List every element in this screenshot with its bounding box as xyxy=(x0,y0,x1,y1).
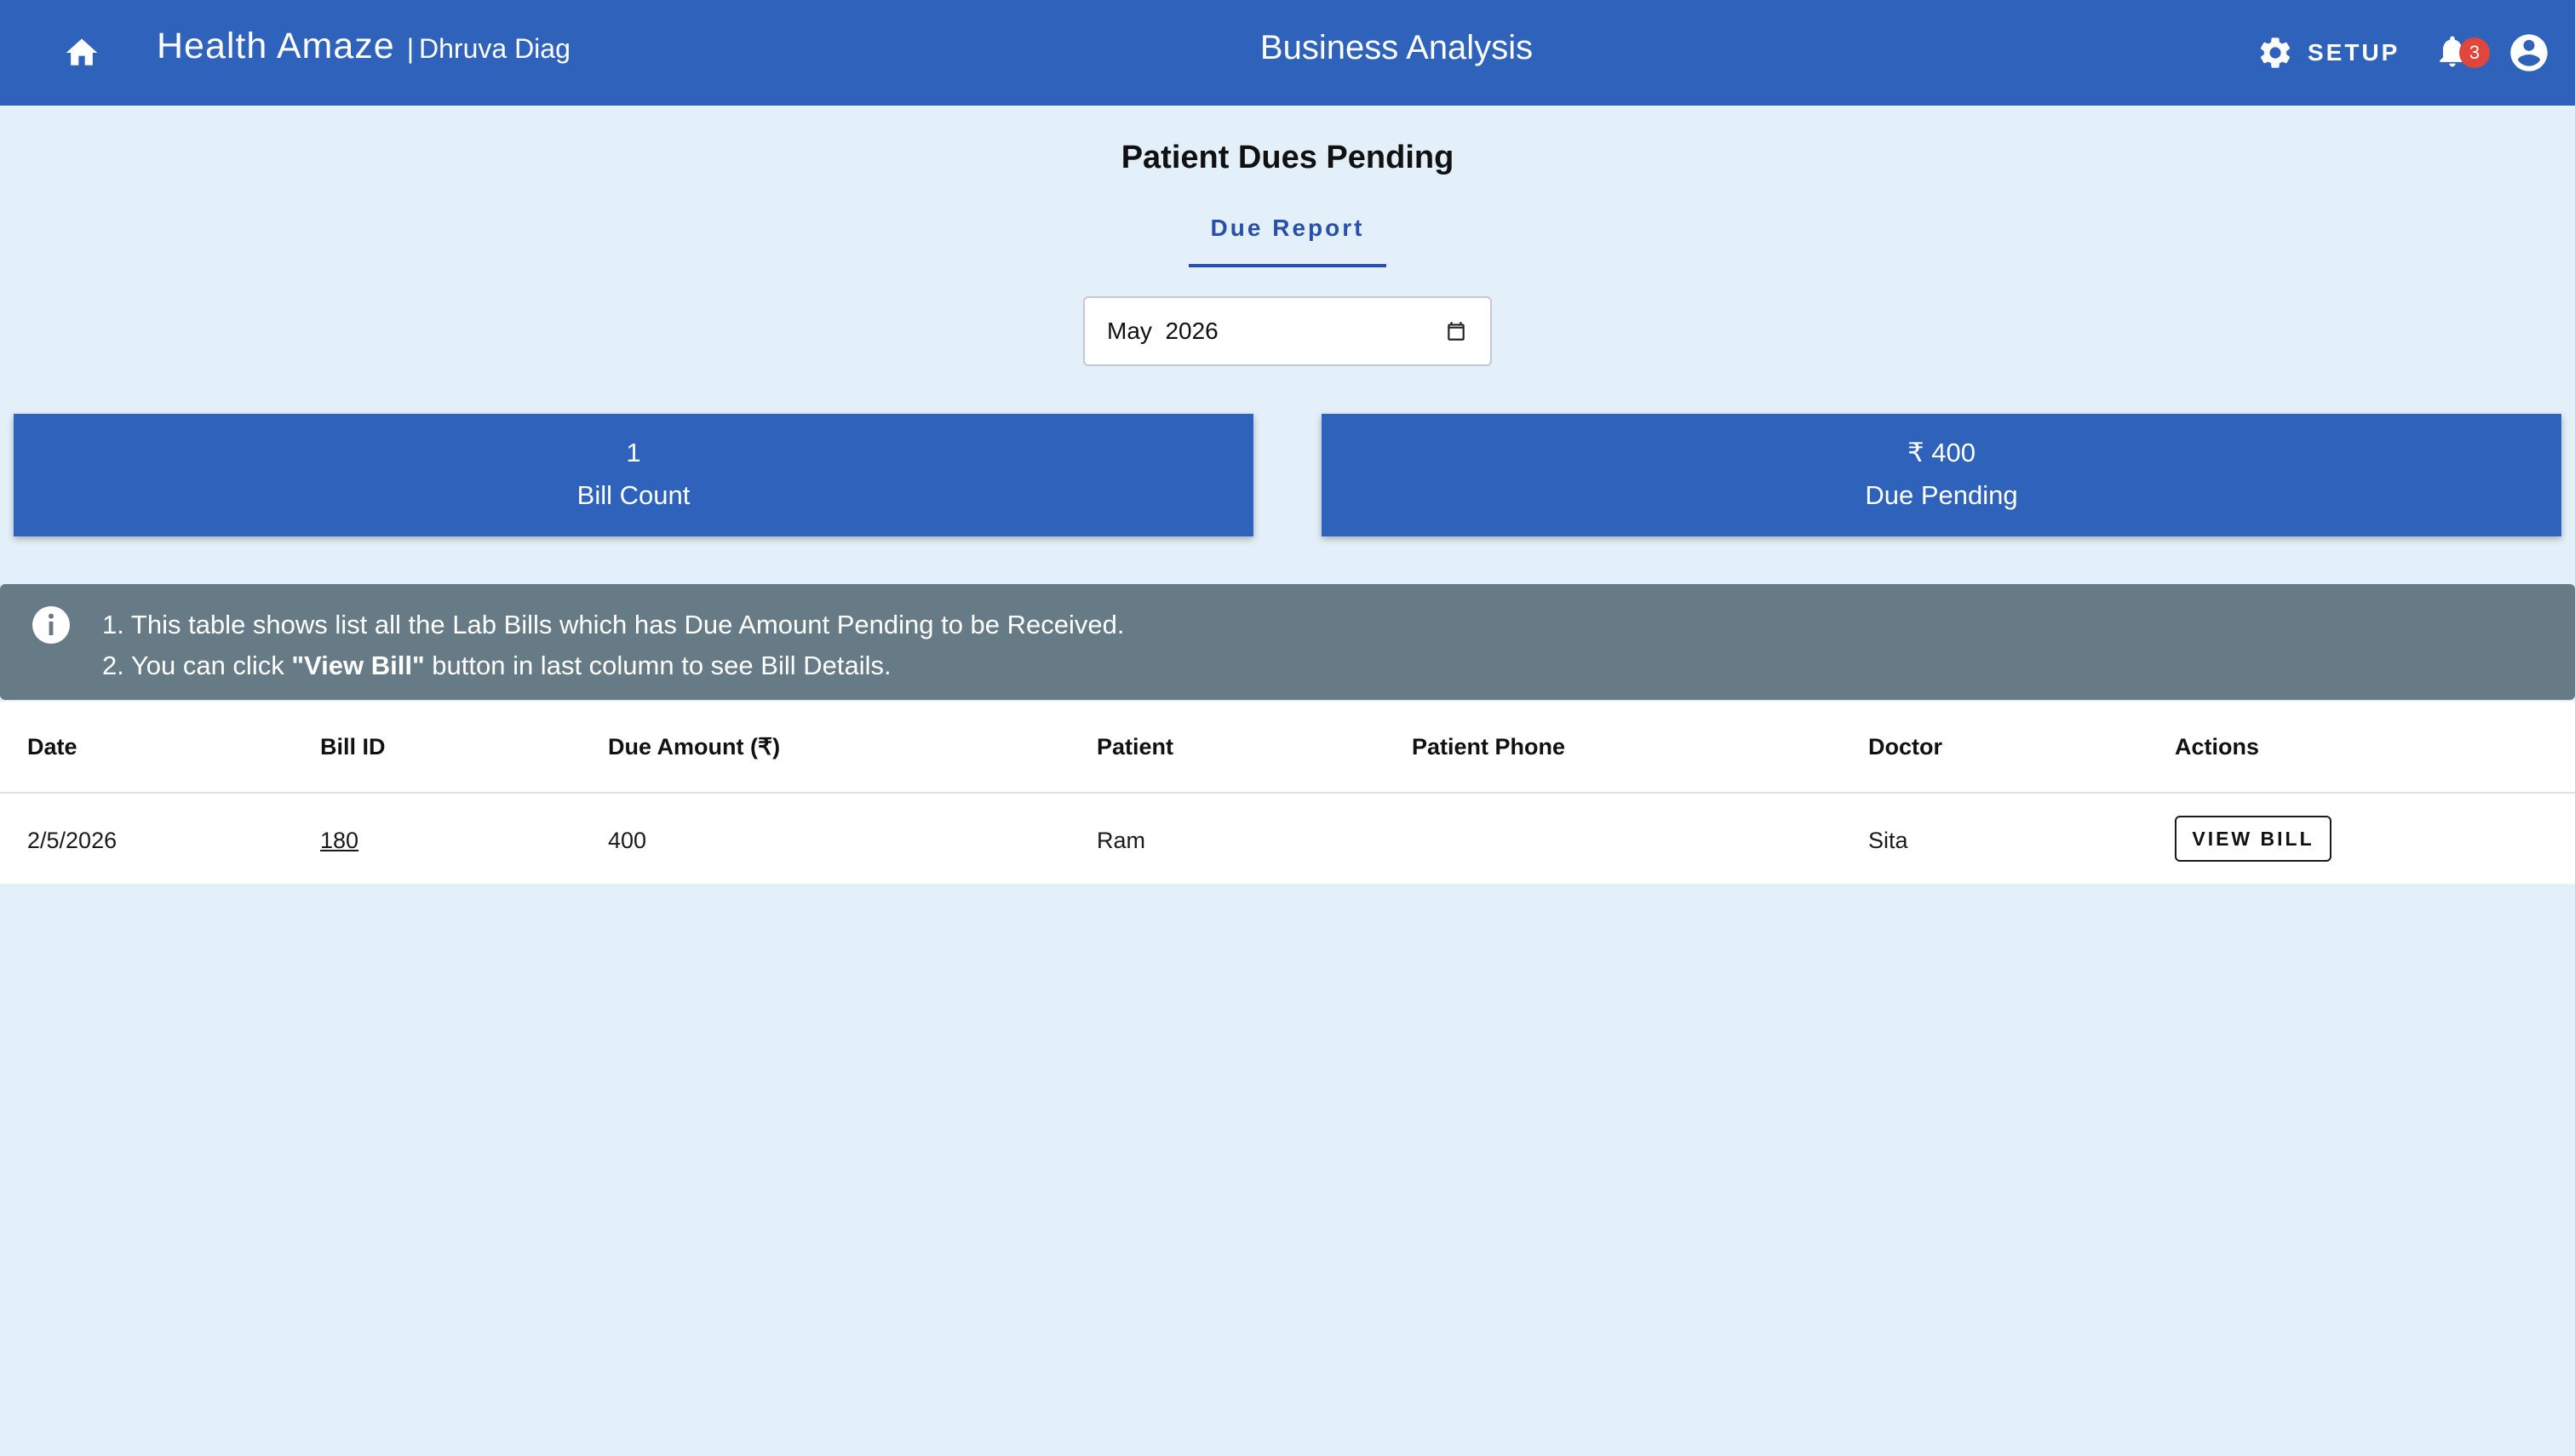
column-header-bill-id: Bill ID xyxy=(320,734,386,760)
setup-label: SETUP xyxy=(2308,39,2400,66)
month-picker-input[interactable]: May 2026 xyxy=(1083,296,1492,366)
column-header-actions: Actions xyxy=(2175,734,2260,760)
table-header-row: Date Bill ID Due Amount (₹) Patient Pati… xyxy=(0,702,2575,794)
tab-label: Due Report xyxy=(1210,215,1365,241)
bill-count-value: 1 xyxy=(626,438,641,467)
cell-due-amount: 400 xyxy=(608,828,647,853)
tab-due-report[interactable]: Due Report xyxy=(1189,209,1386,267)
bill-count-card: 1 Bill Count xyxy=(14,414,1253,536)
month-value: May 2026 xyxy=(1107,318,1219,344)
dues-table: Date Bill ID Due Amount (₹) Patient Pati… xyxy=(0,702,2575,884)
cell-date: 2/5/2026 xyxy=(27,828,118,853)
due-pending-label: Due Pending xyxy=(1865,480,2018,510)
column-header-patient: Patient xyxy=(1097,734,1174,760)
setup-button[interactable]: SETUP xyxy=(2257,29,2400,77)
home-button[interactable] xyxy=(60,31,104,75)
calendar-icon[interactable] xyxy=(1444,319,1468,343)
brand: Health Amaze | Dhruva Diag xyxy=(157,26,571,67)
organization-name: Dhruva Diag xyxy=(419,33,571,64)
info-line-2-emphasis: "View Bill" xyxy=(291,651,425,680)
bill-id-link[interactable]: 180 xyxy=(320,828,358,854)
account-button[interactable] xyxy=(2507,31,2551,75)
table-row: 2/5/2026 180 400 Ram Sita VIEW BILL xyxy=(0,795,2575,884)
info-line-1: 1. This table shows list all the Lab Bil… xyxy=(102,610,1125,639)
due-pending-value: ₹ 400 xyxy=(1907,438,1976,467)
info-icon xyxy=(32,606,70,644)
cell-patient: Ram xyxy=(1097,828,1146,853)
column-header-due-amount: Due Amount (₹) xyxy=(608,734,781,760)
notification-count-badge: 3 xyxy=(2459,37,2490,68)
report-title: Patient Dues Pending xyxy=(1121,140,1454,175)
view-bill-button[interactable]: VIEW BILL xyxy=(2175,816,2331,862)
info-text: 1. This table shows list all the Lab Bil… xyxy=(102,605,1125,686)
tab-active-indicator xyxy=(1189,264,1386,267)
home-icon xyxy=(66,38,98,66)
info-banner: 1. This table shows list all the Lab Bil… xyxy=(0,584,2575,700)
bill-count-label: Bill Count xyxy=(576,480,691,510)
column-header-patient-phone: Patient Phone xyxy=(1412,734,1566,760)
column-header-doctor: Doctor xyxy=(1868,734,1942,760)
notifications-button[interactable]: 3 xyxy=(2434,29,2490,77)
brand-name: Health Amaze xyxy=(157,26,395,66)
info-line-2: 2. You can click "View Bill" button in l… xyxy=(102,651,892,680)
brand-separator: | xyxy=(406,33,415,64)
gear-icon xyxy=(2260,37,2291,68)
account-circle-icon xyxy=(2510,34,2548,72)
cell-doctor: Sita xyxy=(1868,828,1908,853)
column-header-date: Date xyxy=(27,734,77,760)
due-pending-card: ₹ 400 Due Pending xyxy=(1322,414,2561,536)
top-app-bar: Health Amaze | Dhruva Diag Business Anal… xyxy=(0,0,2575,106)
